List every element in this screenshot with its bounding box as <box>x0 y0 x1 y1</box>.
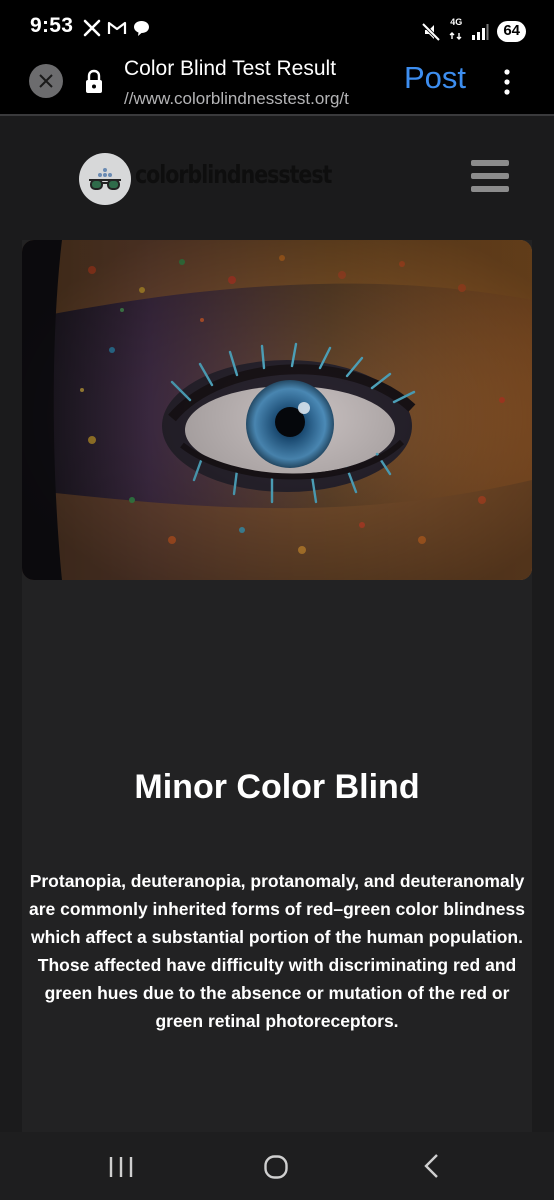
data-arrows-icon <box>449 32 462 40</box>
lock-icon[interactable] <box>84 69 104 95</box>
chat-bubble-icon <box>134 20 149 36</box>
battery-icon: 64 <box>497 21 526 42</box>
page-url[interactable]: //www.colorblindnesstest.org/t <box>124 89 388 109</box>
status-bar: 9:53 4G 64 <box>0 0 554 52</box>
notification-icons <box>83 19 150 37</box>
glasses-logo-icon <box>89 168 121 190</box>
recents-icon[interactable] <box>108 1155 134 1179</box>
gmail-icon <box>107 21 127 34</box>
network-label: 4G <box>450 17 463 27</box>
page-title: Color Blind Test Result <box>124 57 337 80</box>
browser-header: Color Blind Test Result //www.colorblind… <box>0 52 554 114</box>
system-nav-bar <box>0 1132 554 1200</box>
menu-button[interactable] <box>471 160 511 196</box>
signal-icon <box>472 23 489 40</box>
site-logo[interactable] <box>79 153 131 205</box>
result-description: Protanopia, deuteranopia, protanomaly, a… <box>29 871 525 1031</box>
more-options-icon[interactable] <box>501 68 513 96</box>
hero-image <box>22 240 532 580</box>
mute-icon <box>422 22 441 41</box>
close-icon <box>39 74 53 88</box>
hamburger-bar <box>471 186 509 192</box>
hamburger-bar <box>471 173 509 179</box>
status-time: 9:53 <box>30 14 74 37</box>
x-app-icon <box>83 19 101 37</box>
result-title: Minor Color Blind <box>134 768 420 806</box>
home-icon[interactable] <box>263 1154 289 1180</box>
4g-icon: 4G <box>449 18 463 45</box>
post-button[interactable]: Post <box>404 60 466 96</box>
close-button[interactable] <box>29 64 63 98</box>
hamburger-bar <box>471 160 509 166</box>
site-logo-text[interactable]: colorblindnesstest <box>135 160 332 189</box>
eye-image <box>22 240 532 580</box>
back-icon[interactable] <box>422 1153 442 1179</box>
system-icons: 4G 64 <box>421 18 526 45</box>
header-divider <box>0 114 554 116</box>
